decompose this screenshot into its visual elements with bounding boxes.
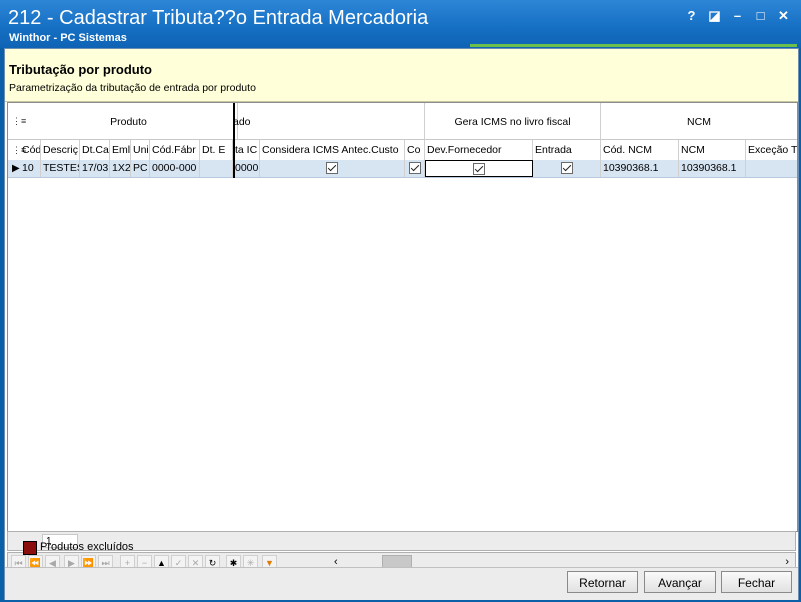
table-row[interactable]: ▶ 10 TESTES 17/03 1X2 PC 0000-000 0000 1… [8,160,797,178]
data-grid[interactable]: ⋮≡ Produto ado Gera ICMS no livro fiscal… [7,102,798,532]
window-subtitle: Winthor - PC Sistemas [9,32,127,44]
fixed-column-divider[interactable] [233,103,235,178]
entrada-checkbox[interactable] [560,162,573,174]
col-emb[interactable]: Eml [110,140,131,160]
considera-icms-checkbox[interactable] [326,162,338,174]
col-codfab[interactable]: Cód.Fábr [150,140,200,160]
help-button[interactable]: ? [680,7,703,25]
col-descricao[interactable]: Descriç [41,140,80,160]
dev-fornecedor-checkbox[interactable] [473,163,485,175]
close-button[interactable]: ✕ [772,7,795,25]
cell-excecao[interactable] [746,160,797,177]
page-description: Parametrização da tributação de entrada … [9,82,256,94]
band-gera-icms: Gera ICMS no livro fiscal [425,103,601,139]
legend-label: Produtos excluídos [40,541,134,553]
col-co[interactable]: Co [405,140,425,160]
col-cod-ncm[interactable]: Cód. NCM [601,140,679,160]
cell-considera-icms[interactable] [260,160,405,177]
page-title: Tributação por produto [9,62,152,77]
legend-swatch [23,541,37,555]
avancar-button[interactable]: Avançar [644,571,716,593]
col-unid[interactable]: Uni [131,140,150,160]
row-pointer-icon: ▶ [12,163,20,174]
title-accent-line [470,44,797,47]
maximize-button[interactable]: □ [749,7,772,25]
col-cod[interactable]: Cód [20,140,41,160]
cell-dte[interactable] [200,160,233,177]
minimize-button[interactable]: – [726,7,749,25]
col-dtcad[interactable]: Dt.Ca [80,140,110,160]
cell-dtcad[interactable]: 17/03 [80,160,110,177]
col-dev-fornecedor[interactable]: Dev.Fornecedor [425,140,533,160]
title-bar: 212 - Cadastrar Tributa??o Entrada Merca… [0,0,801,48]
cell-unid[interactable]: PC [131,160,150,177]
window-title: 212 - Cadastrar Tributa??o Entrada Merca… [8,7,429,29]
band-header-row: ⋮≡ Produto ado Gera ICMS no livro fiscal… [8,103,797,140]
band-cut: ado [230,103,425,139]
page-header: Tributação por produto Parametrização da… [5,49,798,102]
cell-dev-fornecedor[interactable] [425,160,533,177]
cell-taic[interactable]: 0000 [233,160,260,177]
cell-codfab[interactable]: 0000-000 [150,160,200,177]
cell-emb[interactable]: 1X2 [110,160,131,177]
col-ncm[interactable]: NCM [679,140,746,160]
fechar-button[interactable]: Fechar [721,571,792,593]
column-header-row: ⋮≡ Cód Descriç Dt.Ca Eml Uni Cód.Fábr Dt… [8,140,797,161]
cell-cod[interactable]: 10 [20,160,41,177]
band-produto: Produto [20,103,238,139]
band-ncm: NCM [687,116,711,128]
cell-cod-ncm[interactable]: 10390368.1 [601,160,679,177]
cell-ncm[interactable]: 10390368.1 [679,160,746,177]
col-considera-icms[interactable]: Considera ICMS Antec.Custo [260,140,405,160]
col-entrada[interactable]: Entrada [533,140,601,160]
cell-co[interactable] [405,160,425,177]
cell-descricao[interactable]: TESTES [41,160,80,177]
main-window: Tributação por produto Parametrização da… [4,48,799,600]
footer-bar: Retornar Avançar Fechar [5,567,798,600]
cell-entrada[interactable] [533,160,601,177]
restore-style-button[interactable]: ◪ [703,7,726,25]
col-taic[interactable]: ta IC [233,140,260,160]
col-dte[interactable]: Dt. E [200,140,233,160]
col-excecao[interactable]: Exceção T [746,140,797,160]
co-checkbox[interactable] [408,162,421,174]
retornar-button[interactable]: Retornar [567,571,638,593]
